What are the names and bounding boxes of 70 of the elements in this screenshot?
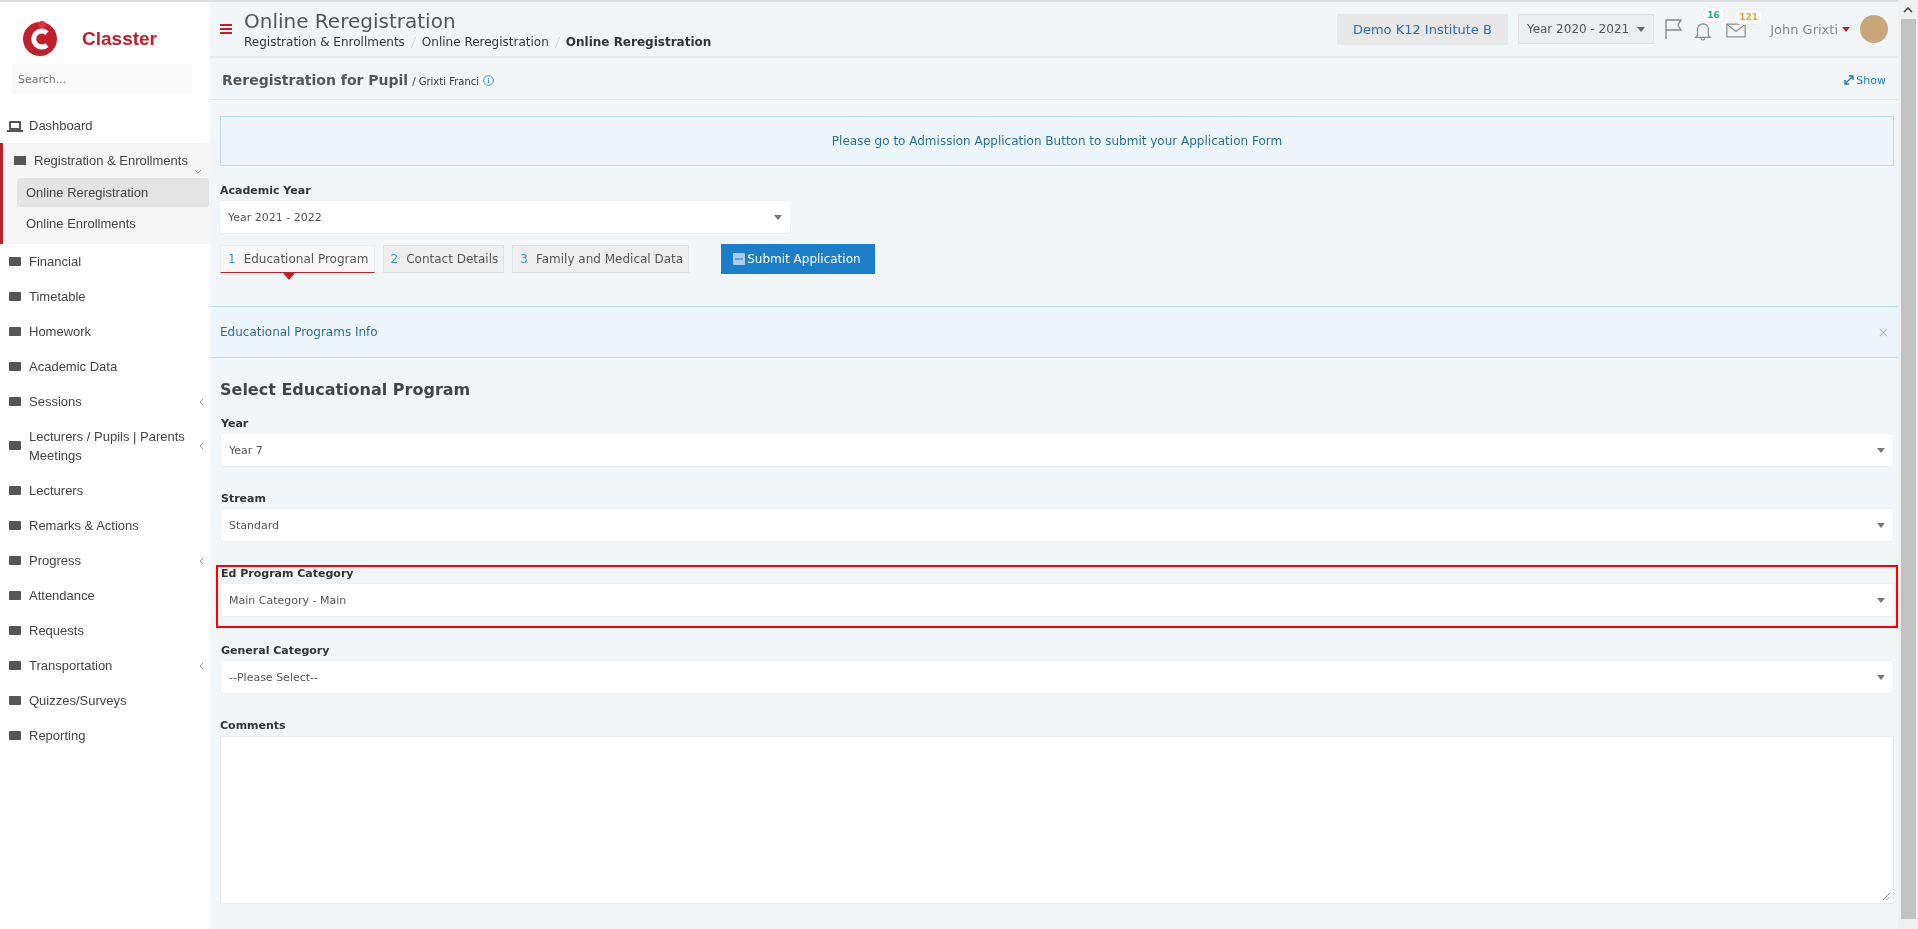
sidebar-item[interactable]: Lecturers / Pupils | Parents Meetings — [0, 419, 210, 473]
caret-icon — [1877, 674, 1885, 680]
sidebar-item[interactable]: Progress — [0, 543, 210, 578]
pupil-heading: Reregistration for Pupil — [222, 72, 409, 88]
sidebar-item[interactable]: Transportation — [0, 648, 210, 683]
logo-icon — [20, 19, 60, 59]
sidebar-item[interactable]: Attendance — [0, 578, 210, 613]
sidebar-item[interactable]: Academic Data — [0, 349, 210, 384]
show-link[interactable]: Show — [1844, 73, 1886, 87]
brand-name: Classter — [82, 28, 157, 50]
dropdown-field[interactable]: Main Category - Main — [221, 584, 1893, 616]
expand-icon — [1844, 75, 1855, 85]
dropdown-field[interactable]: Standard — [221, 509, 1893, 541]
caret-icon — [1877, 522, 1885, 528]
submit-application-button[interactable]: Submit Application — [721, 244, 875, 274]
field-label: Ed Program Category — [221, 567, 355, 580]
dropdown-field[interactable]: Year 7 — [221, 434, 1893, 466]
pointer-icon — [283, 273, 295, 280]
menu-icon[interactable] — [220, 24, 232, 34]
sidebar-item[interactable]: Quizzes/Surveys — [0, 683, 210, 718]
save-icon — [733, 253, 746, 265]
info-bar-title[interactable]: Educational Programs Info — [220, 325, 378, 339]
breadcrumb[interactable]: Registration & Enrollments — [244, 35, 405, 49]
dropdown-field[interactable]: --Please Select-- — [221, 661, 1893, 693]
section-title: Select Educational Program — [220, 380, 472, 399]
sidebar-item[interactable]: Homework — [0, 314, 210, 349]
sidebar-item[interactable]: Sessions — [0, 384, 210, 419]
count-badge: 16 — [1702, 6, 1725, 23]
sidebar-item[interactable]: Financial — [0, 244, 210, 279]
sidebar-item[interactable]: Registration & Enrollments — [3, 143, 210, 178]
step-tab[interactable]: 2 Contact Details — [382, 245, 505, 273]
caret-icon — [1877, 447, 1885, 453]
caret-icon — [1637, 26, 1646, 32]
academic-year-dropdown[interactable]: Year 2021 - 2022 — [220, 201, 790, 233]
sidebar-item[interactable]: Lecturers — [0, 473, 210, 508]
comments-field[interactable] — [220, 736, 1894, 904]
field-label: Academic Year — [220, 184, 312, 197]
caret-icon[interactable] — [1842, 26, 1850, 32]
sidebar-item[interactable]: Timetable — [0, 279, 210, 314]
caret-icon — [1877, 597, 1885, 603]
page-title: Online Reregistration — [244, 9, 457, 33]
submenu-item[interactable]: Online Enrollments — [17, 209, 209, 238]
search-field[interactable]: Search... — [12, 64, 192, 94]
avatar[interactable] — [1860, 15, 1888, 43]
pupil-name: / Grixti Franci — [412, 76, 480, 87]
info-icon[interactable] — [483, 75, 495, 86]
submenu-item[interactable]: Online Reregistration — [17, 178, 209, 207]
sidebar-item[interactable]: Requests — [0, 613, 210, 648]
field-label: Comments — [220, 719, 287, 732]
resize-handle-icon[interactable] — [1882, 892, 1891, 901]
notice-text: Please go to Admission Application Button to submit your Application Form — [831, 134, 1283, 148]
step-tab[interactable]: 3 Family and Medical Data — [512, 245, 690, 273]
scrollbar[interactable] — [1898, 0, 1918, 929]
breadcrumb[interactable]: Online Reregistration — [421, 35, 549, 49]
sidebar-item[interactable]: Reporting — [0, 718, 210, 753]
field-label: Stream — [221, 492, 267, 505]
mail-icon[interactable] — [1726, 23, 1747, 38]
institute-button[interactable]: Demo K12 Institute B — [1336, 13, 1508, 45]
bell-icon[interactable] — [1694, 20, 1713, 41]
caret-icon — [774, 214, 782, 220]
field-label: General Category — [221, 644, 331, 657]
close-icon[interactable] — [1879, 327, 1888, 337]
breadcrumb: Online Reregistration — [565, 35, 712, 49]
field-label: Year — [221, 417, 250, 430]
year-dropdown[interactable]: Year 2020 - 2021 — [1517, 14, 1655, 44]
flag-icon[interactable] — [1664, 18, 1685, 40]
sidebar-item[interactable]: Remarks & Actions — [0, 508, 210, 543]
sidebar-item[interactable]: Dashboard — [0, 108, 210, 143]
scroll-up-icon[interactable] — [1903, 7, 1913, 13]
count-badge: 121 — [1734, 9, 1763, 25]
